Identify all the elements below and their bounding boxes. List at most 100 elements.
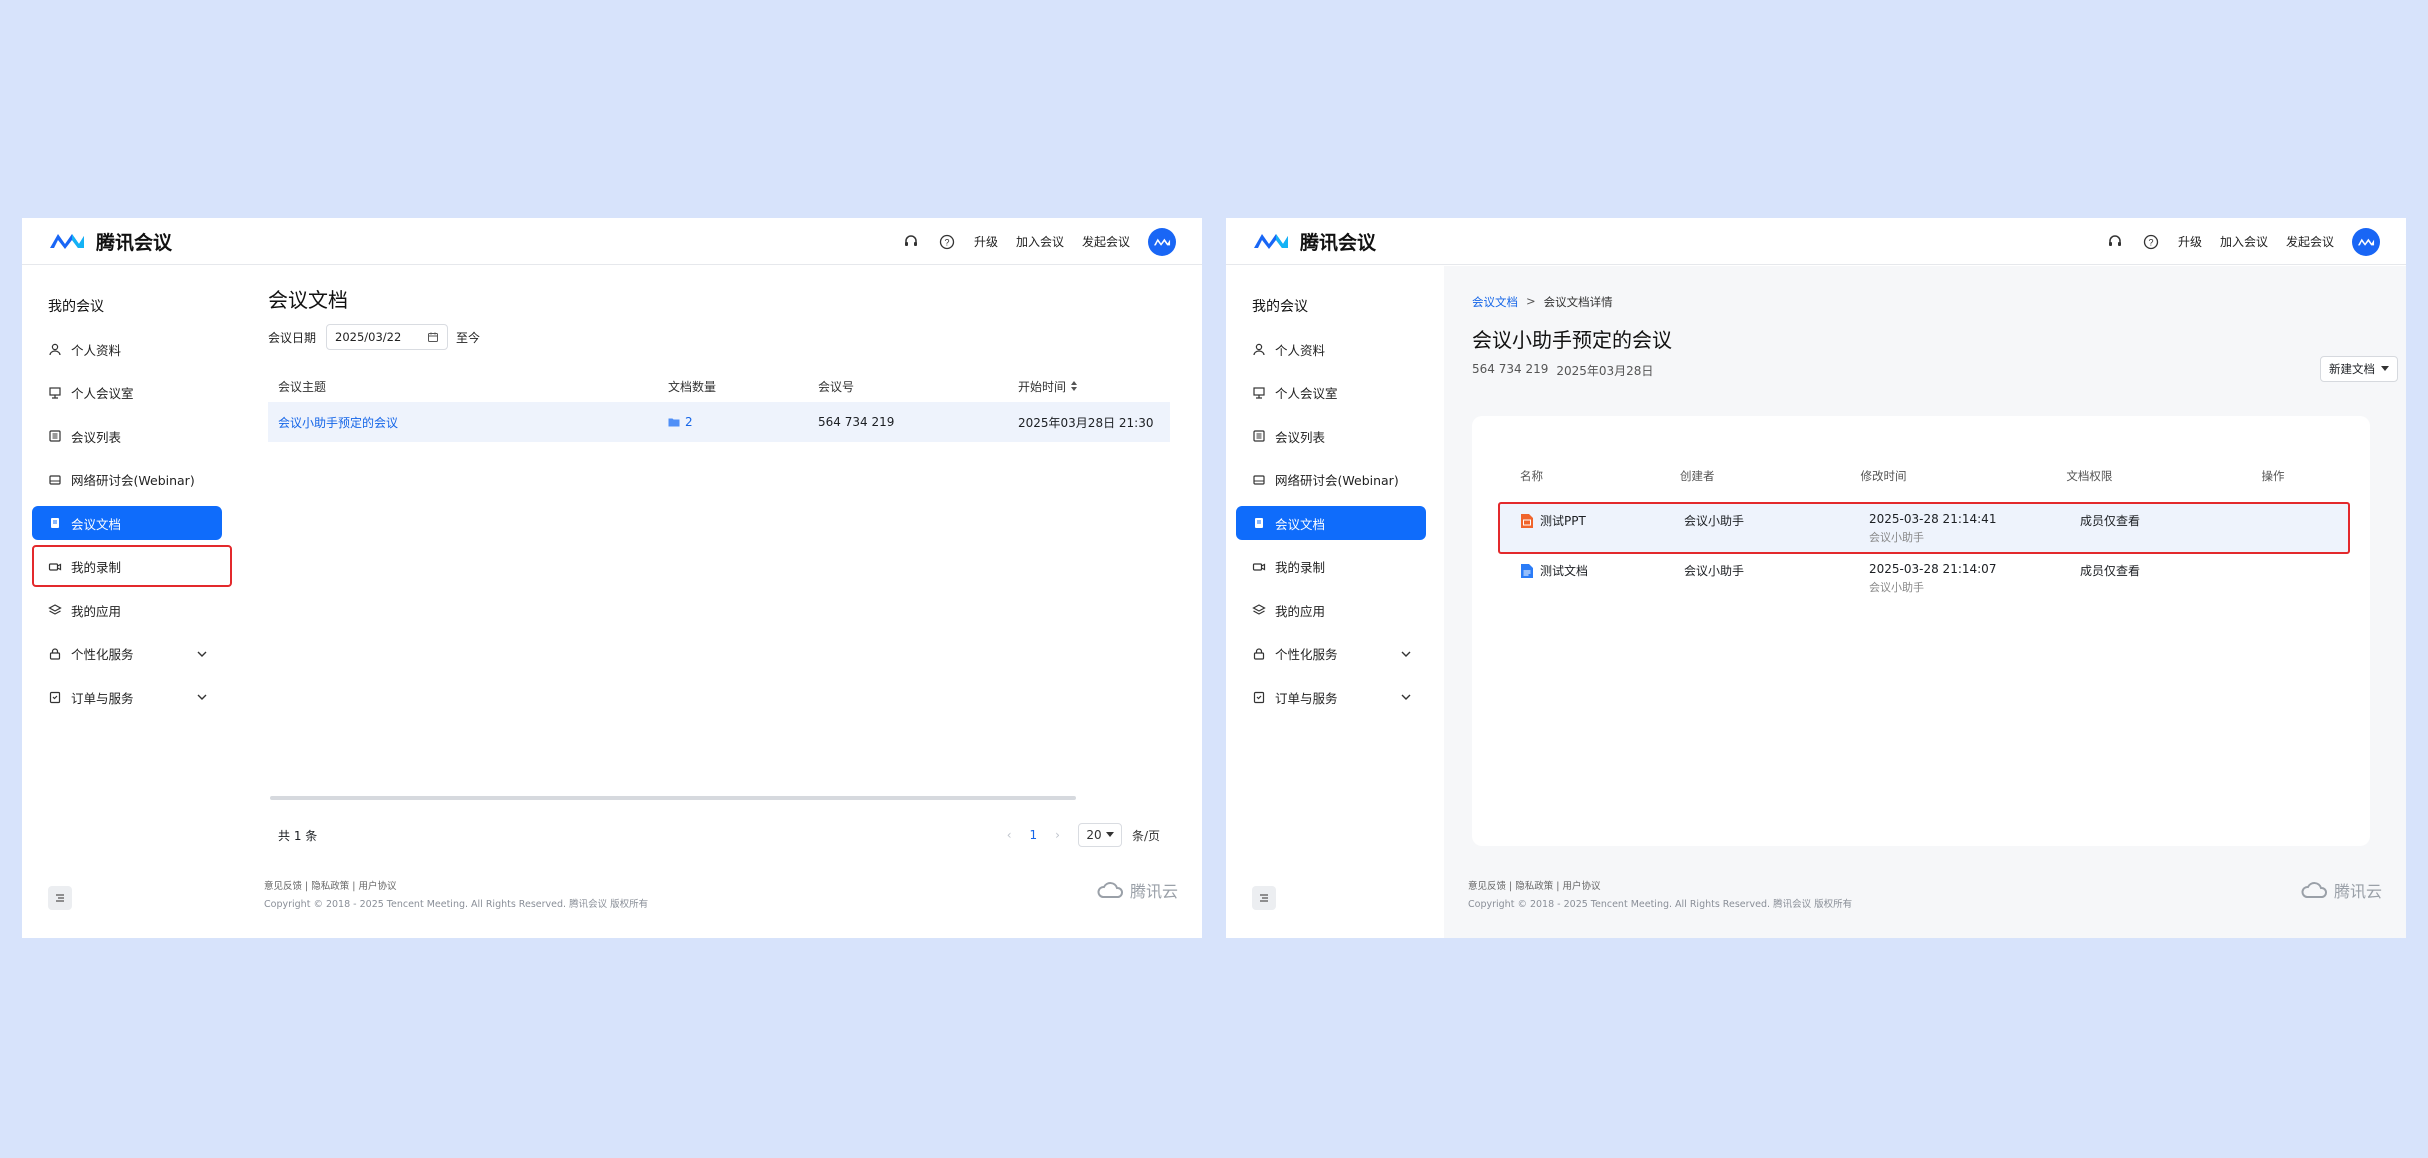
document-permission: 成员仅查看 [2080, 514, 2141, 528]
avatar[interactable] [1148, 227, 1176, 256]
footer-copyright: Copyright © 2018 - 2025 Tencent Meeting.… [264, 899, 649, 910]
next-page-icon[interactable]: › [1055, 828, 1060, 842]
footer-links[interactable]: 意见反馈 | 隐私政策 | 用户协议 [264, 878, 396, 892]
start-meeting-link[interactable]: 发起会议 [2286, 233, 2334, 250]
prev-page-icon[interactable]: ‹ [1007, 828, 1012, 842]
sidebar-item-apps[interactable]: 我的应用 [1236, 593, 1426, 627]
new-document-button[interactable]: 新建文档 [2320, 356, 2398, 382]
chevron-down-icon[interactable] [196, 648, 208, 660]
chevron-down-icon[interactable] [196, 691, 208, 703]
sidebar-item-label: 个人会议室 [71, 386, 134, 401]
help-icon[interactable]: ? [2142, 233, 2160, 251]
page-size-select[interactable]: 20 [1077, 823, 1122, 847]
sidebar-item-meeting-list[interactable]: 会议列表 [32, 419, 222, 453]
sidebar-item-webinar[interactable]: 网络研讨会(Webinar) [1236, 463, 1426, 497]
start-meeting-link[interactable]: 发起会议 [1082, 233, 1130, 250]
headset-icon[interactable] [2106, 233, 2124, 251]
app-name: 腾讯会议 [1300, 231, 1377, 254]
page-title: 会议文档 [268, 288, 348, 312]
sidebar-item-label: 个性化服务 [1275, 647, 1338, 662]
documents-card: 名称 创建者 修改时间 文档权限 操作 测试PPT 会议小助手 2025-03-… [1472, 416, 2370, 846]
document-icon [1252, 516, 1266, 530]
document-name[interactable]: 测试文档 [1540, 562, 1588, 579]
meeting-topic-link[interactable]: 会议小助手预定的会议 [268, 414, 668, 431]
col-topic: 会议主题 [278, 379, 327, 394]
sidebar-item-recordings[interactable]: 我的录制 [32, 550, 222, 584]
sidebar-title: 我的会议 [48, 299, 104, 315]
sidebar-item-webinar[interactable]: 网络研讨会(Webinar) [32, 463, 222, 497]
meeting-id-cell: 564 734 219 [818, 415, 895, 429]
sidebar-item-recordings[interactable]: 我的录制 [1236, 550, 1426, 584]
webinar-icon [1252, 473, 1266, 487]
collapse-sidebar-button[interactable] [1252, 886, 1276, 910]
table-row[interactable]: 测试PPT 会议小助手 2025-03-28 21:14:41 会议小助手 成员… [1500, 504, 2350, 552]
join-meeting-link[interactable]: 加入会议 [2220, 233, 2268, 250]
sidebar-item-label: 个人资料 [1275, 342, 1326, 358]
list-icon [1252, 429, 1266, 443]
horizontal-scrollbar[interactable] [270, 796, 1076, 800]
footer-links[interactable]: 意见反馈 | 隐私政策 | 用户协议 [1468, 878, 1600, 892]
top-bar: 腾讯会议 ? 升级 加入会议 发起会议 [1226, 218, 2406, 265]
sidebar-item-personal-room[interactable]: 个人会议室 [1236, 376, 1426, 410]
table-row[interactable]: 测试文档 会议小助手 2025-03-28 21:14:07 会议小助手 成员仅… [1500, 554, 2350, 602]
document-creator: 会议小助手 [1684, 564, 1745, 578]
col-name: 名称 [1520, 469, 1543, 483]
svg-text:?: ? [2148, 237, 2153, 247]
table-row[interactable]: 会议小助手预定的会议 2 564 734 219 2025年03月28日 21:… [268, 402, 1170, 442]
page-size-unit: 条/页 [1131, 828, 1160, 843]
sidebar-item-profile[interactable]: 个人资料 [1236, 332, 1426, 366]
date-picker[interactable]: 2025/03/22 [326, 324, 449, 350]
chevron-down-icon[interactable] [1400, 691, 1412, 703]
sidebar-item-personalized[interactable]: 个性化服务 [1236, 637, 1426, 671]
app-logo[interactable]: 腾讯会议 [1252, 228, 1376, 255]
layers-icon [1252, 603, 1266, 617]
col-actions: 操作 [2261, 469, 2285, 483]
help-icon[interactable]: ? [938, 233, 956, 251]
doc-count-cell[interactable]: 2 [668, 415, 818, 429]
page-number[interactable]: 1 [1030, 828, 1038, 842]
sidebar-item-profile[interactable]: 个人资料 [32, 332, 222, 366]
chevron-down-icon[interactable] [1400, 648, 1412, 660]
breadcrumb: 会议文档 > 会议文档详情 [1472, 294, 1613, 310]
layers-icon [48, 603, 62, 617]
main-content: 会议文档 会议日期 2025/03/22 至今 会议主题 文档数量 会议号 开始… [240, 266, 1202, 938]
tencent-cloud-logo: 腾讯云 [1096, 878, 1178, 902]
user-icon [1252, 342, 1266, 356]
join-meeting-link[interactable]: 加入会议 [1016, 233, 1064, 250]
modified-by: 会议小助手 [1869, 581, 1924, 594]
upgrade-link[interactable]: 升级 [2178, 233, 2202, 250]
document-creator: 会议小助手 [1684, 514, 1745, 528]
sidebar-item-label: 会议列表 [71, 429, 122, 445]
sidebar-item-label: 网络研讨会(Webinar) [71, 473, 195, 488]
date-value: 2025/03/22 [335, 330, 402, 344]
meeting-docs-window: 腾讯会议 ? 升级 加入会议 发起会议 我的会议 个人资料 个人会议室 会议列表… [22, 218, 1202, 938]
upgrade-link[interactable]: 升级 [974, 233, 998, 250]
breadcrumb-root-link[interactable]: 会议文档 [1472, 294, 1518, 310]
sidebar-item-personal-room[interactable]: 个人会议室 [32, 376, 222, 410]
avatar[interactable] [2352, 227, 2380, 256]
sidebar-item-apps[interactable]: 我的应用 [32, 593, 222, 627]
collapse-sidebar-button[interactable] [48, 886, 72, 910]
sidebar-item-personalized[interactable]: 个性化服务 [32, 637, 222, 671]
sidebar-item-orders[interactable]: 订单与服务 [1236, 680, 1426, 714]
app-logo[interactable]: 腾讯会议 [48, 228, 172, 255]
clipboard-icon [48, 690, 62, 704]
modified-time: 2025-03-28 21:14:41 [1869, 512, 1997, 526]
date-filter-label: 会议日期 [268, 330, 317, 345]
sidebar-item-orders[interactable]: 订单与服务 [32, 680, 222, 714]
col-start-time[interactable]: 开始时间 [1018, 378, 1170, 395]
webinar-icon [48, 473, 62, 487]
tencent-meeting-logo-icon [1254, 234, 1288, 249]
main-content: 会议文档 > 会议文档详情 会议小助手预定的会议 564 734 219 202… [1444, 266, 2406, 938]
sidebar-item-meeting-docs[interactable]: 会议文档 [32, 506, 222, 540]
document-name[interactable]: 测试PPT [1540, 512, 1586, 529]
user-icon [48, 342, 62, 356]
sort-icon[interactable] [1070, 380, 1078, 392]
headset-icon[interactable] [902, 233, 920, 251]
sidebar-item-label: 个性化服务 [71, 647, 134, 662]
page-title: 会议小助手预定的会议 [1472, 328, 1672, 352]
sidebar-item-meeting-list[interactable]: 会议列表 [1236, 419, 1426, 453]
sidebar-item-meeting-docs[interactable]: 会议文档 [1236, 506, 1426, 540]
col-permission: 文档权限 [2066, 469, 2113, 483]
cloud-icon [2301, 882, 2327, 898]
